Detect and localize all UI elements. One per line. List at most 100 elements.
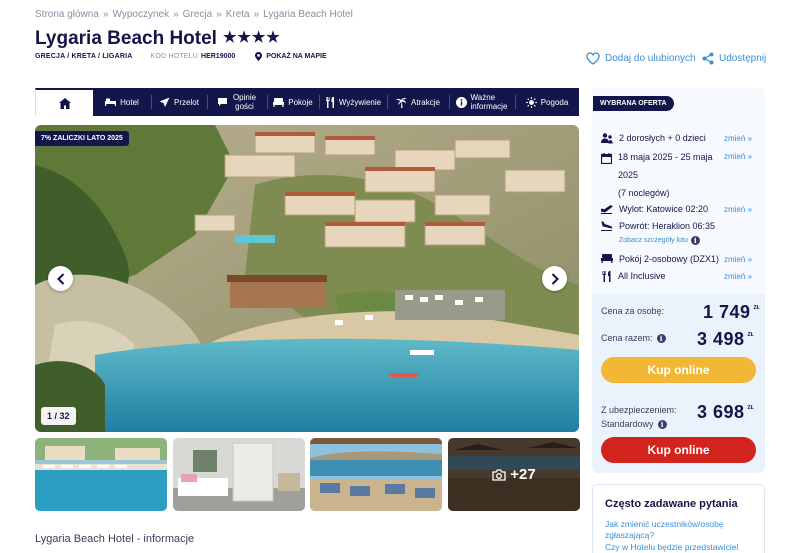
buy-online-button[interactable]: Kup online bbox=[601, 357, 756, 383]
comment-icon bbox=[217, 98, 227, 106]
add-to-favorites-button[interactable]: Dodaj do ulubionych bbox=[586, 52, 696, 65]
people-value: 2 dorosłych + 0 dzieci bbox=[619, 133, 706, 143]
tab-flight[interactable]: Przelot bbox=[151, 88, 207, 116]
change-people-link[interactable]: zmień » bbox=[724, 134, 752, 143]
promo-badge: 7% ZALICZKI LATO 2025 bbox=[35, 131, 129, 146]
chevron-right-icon bbox=[551, 272, 559, 285]
cutlery-icon bbox=[325, 96, 334, 108]
plane-departure-icon bbox=[601, 205, 613, 214]
faq-title: Często zadawane pytania bbox=[605, 498, 738, 510]
share-label: Udostępnij bbox=[719, 53, 767, 64]
hotel-main-photo[interactable] bbox=[35, 125, 579, 432]
dates-line-2: 2025 bbox=[618, 170, 639, 180]
hotel-code-label: KOD HOTELU bbox=[150, 53, 199, 60]
next-photo-button[interactable] bbox=[542, 266, 567, 291]
thumbnail-terrace[interactable] bbox=[310, 438, 442, 511]
section-title-info: Lygaria Beach Hotel - informacje bbox=[35, 533, 195, 545]
info-icon bbox=[455, 96, 467, 108]
hotel-code: HER19000 bbox=[201, 53, 236, 60]
faq-question-line: Jak zmienić uczestników/osobę bbox=[605, 519, 724, 529]
tab-label: Wyżywienie bbox=[338, 97, 382, 107]
hotel-location: GRECJA / KRETA / LIGARIA bbox=[35, 53, 133, 60]
breadcrumb-item[interactable]: Kreta bbox=[226, 9, 250, 20]
change-dates-link[interactable]: zmień » bbox=[724, 152, 752, 161]
room-icon bbox=[273, 97, 285, 107]
offer-departure: Wylot: Katowice 02:20 bbox=[601, 204, 708, 214]
price-per-person: 1 749 ZŁ bbox=[703, 302, 760, 323]
board-value: All Inclusive bbox=[618, 271, 666, 281]
info-icon[interactable]: i bbox=[657, 419, 667, 429]
page-title: Lygaria Beach Hotel ★★★★ bbox=[35, 28, 281, 50]
tab-hotel[interactable]: Hotel bbox=[93, 88, 151, 116]
change-room-link[interactable]: zmień » bbox=[724, 255, 752, 264]
price-insured: 3 698 ZŁ bbox=[697, 402, 754, 423]
more-photos: +27 bbox=[448, 438, 580, 511]
terrace-thumbnail-image bbox=[310, 438, 442, 511]
tab-rooms[interactable]: Pokoje bbox=[267, 88, 319, 116]
price-total-label: Cena razem: bbox=[601, 333, 653, 343]
tab-label: Opinie gości bbox=[232, 93, 257, 111]
faq-question-line: zgłaszającą? bbox=[605, 530, 655, 540]
people-icon bbox=[601, 133, 613, 144]
flight-details-label: Zobacz szczegóły lotu bbox=[619, 237, 688, 244]
buy-online-insured-button[interactable]: Kup online bbox=[601, 437, 756, 463]
bay-landscape-image bbox=[35, 125, 579, 432]
plane-arrival-icon bbox=[601, 221, 613, 231]
bed-icon bbox=[601, 254, 613, 263]
nights-count: (7 noclegów) bbox=[618, 188, 670, 198]
plane-icon bbox=[159, 97, 170, 107]
change-departure-link[interactable]: zmień » bbox=[724, 205, 752, 214]
breadcrumb-item[interactable]: Grecja bbox=[183, 9, 212, 20]
hotel-nav-bar: Hotel Przelot Opinie gości Pokoje Wyżywi… bbox=[35, 88, 579, 116]
change-board-link[interactable]: zmień » bbox=[724, 272, 752, 281]
heart-icon bbox=[586, 52, 600, 65]
tab-home[interactable] bbox=[35, 88, 93, 116]
show-map-link[interactable]: POKAŻ NA MAPIE bbox=[255, 52, 327, 61]
tab-board[interactable]: Wyżywienie bbox=[319, 88, 387, 116]
tab-label: Hotel bbox=[120, 97, 139, 107]
breadcrumb-item[interactable]: Wypoczynek bbox=[113, 9, 170, 20]
star-rating: ★★★★ bbox=[222, 29, 281, 46]
palm-icon bbox=[396, 97, 407, 108]
price-insured-value: 3 698 bbox=[697, 402, 745, 422]
price-per-person-value: 1 749 bbox=[703, 302, 751, 322]
offer-people: 2 dorosłych + 0 dzieci bbox=[601, 133, 706, 144]
flight-details-link[interactable]: Zobacz szczegóły lotu i bbox=[619, 236, 700, 245]
faq-question[interactable]: Jak zmienić uczestników/osobę zgłaszając… bbox=[605, 519, 724, 541]
price-total-label-row: Cena razem: i bbox=[601, 333, 666, 343]
thumbnail-beach-more[interactable]: +27 bbox=[448, 438, 580, 511]
faq-question[interactable]: Czy w Hotelu będzie przedstawiciel bbox=[605, 542, 738, 553]
return-value: Powrót: Heraklion 06:35 bbox=[619, 221, 716, 231]
share-icon bbox=[702, 52, 714, 65]
home-icon bbox=[58, 97, 71, 109]
insurance-type: Standardowy bbox=[601, 419, 654, 429]
tab-label: Pokoje bbox=[288, 97, 313, 107]
camera-icon bbox=[492, 468, 506, 481]
breadcrumb-item: Lygaria Beach Hotel bbox=[263, 9, 353, 20]
breadcrumb-item[interactable]: Strona główna bbox=[35, 9, 99, 20]
photo-counter: 1 / 32 bbox=[41, 407, 76, 425]
offer-room: Pokój 2-osobowy (DZX1) bbox=[601, 254, 719, 264]
offer-tag: WYBRANA OFERTA bbox=[593, 96, 674, 111]
tab-weather[interactable]: Pogoda bbox=[515, 88, 579, 116]
info-icon[interactable]: i bbox=[656, 333, 666, 343]
sun-icon bbox=[525, 96, 537, 108]
calendar-icon bbox=[601, 153, 612, 164]
departure-value: Wylot: Katowice 02:20 bbox=[619, 204, 708, 214]
room-thumbnail-image bbox=[173, 438, 305, 511]
thumbnail-room[interactable] bbox=[173, 438, 305, 511]
hotel-meta: GRECJA / KRETA / LIGARIA KOD HOTELU HER1… bbox=[35, 52, 327, 61]
prev-photo-button[interactable] bbox=[48, 266, 73, 291]
tab-attractions[interactable]: Atrakcje bbox=[387, 88, 449, 116]
map-pin-icon bbox=[255, 52, 263, 61]
chevron-left-icon bbox=[56, 272, 64, 285]
info-icon: i bbox=[690, 236, 700, 245]
thumbnail-pool[interactable] bbox=[35, 438, 167, 511]
price-total: 3 498 ZŁ bbox=[697, 329, 754, 350]
share-button[interactable]: Udostępnij bbox=[702, 52, 766, 65]
favorites-label: Dodaj do ulubionych bbox=[605, 53, 696, 64]
currency: ZŁ bbox=[753, 305, 760, 311]
tab-reviews[interactable]: Opinie gości bbox=[207, 88, 267, 116]
tab-important-info[interactable]: Ważne informacje bbox=[449, 88, 515, 116]
insurance-type-row: Standardowy i bbox=[601, 419, 667, 429]
